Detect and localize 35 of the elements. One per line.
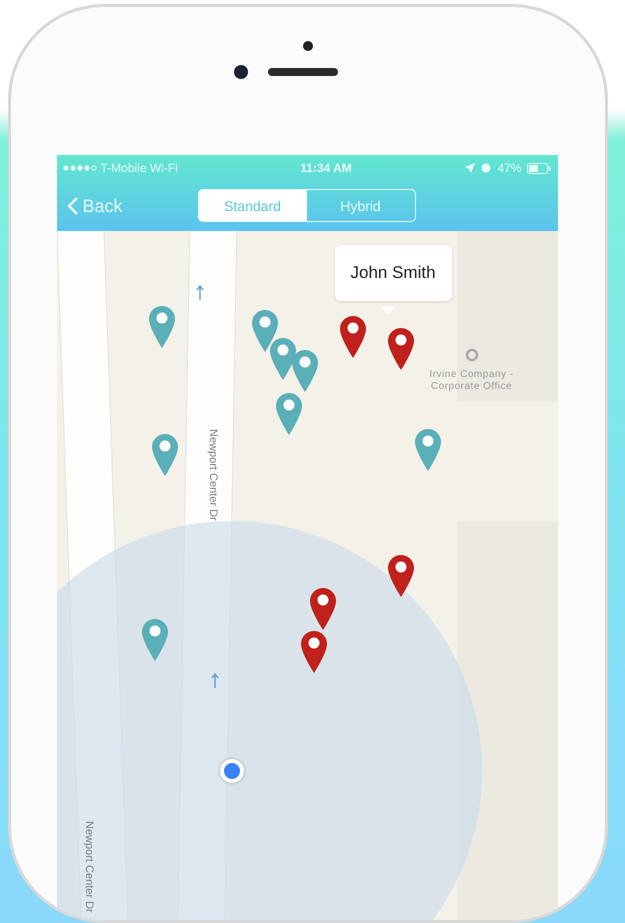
status-time: 11:34 AM — [299, 161, 353, 175]
back-button[interactable]: Back — [66, 196, 123, 216]
location-arrow-icon — [465, 163, 476, 173]
speaker-icon — [268, 68, 338, 76]
one-way-arrow-icon — [196, 285, 204, 301]
battery-percent: 47% — [497, 161, 522, 175]
pin-callout: John Smith — [334, 245, 452, 301]
map-pin-icon[interactable] — [250, 309, 278, 353]
chevron-left-icon — [66, 196, 78, 216]
map-pin-icon[interactable] — [414, 428, 442, 472]
sensor-icon — [303, 41, 313, 51]
map-type-tab[interactable]: Hybrid — [306, 190, 414, 221]
map-pin-icon[interactable] — [274, 392, 302, 436]
callout-tail — [380, 306, 396, 315]
map-pin-icon[interactable] — [148, 305, 176, 349]
one-way-arrow-icon — [210, 673, 218, 689]
poi-icon — [464, 348, 478, 362]
map-pin-icon[interactable] — [140, 618, 168, 662]
map-pin-icon[interactable] — [386, 554, 414, 598]
alarm-icon — [481, 163, 492, 173]
map-pin-icon[interactable] — [300, 630, 328, 674]
map-pin-icon[interactable] — [386, 327, 414, 371]
map-pin-icon[interactable] — [338, 315, 366, 359]
map-type-tab[interactable]: Standard — [198, 190, 306, 221]
place-label: Irvine Company - Corporate Office — [428, 369, 515, 393]
signal-dots-icon — [62, 165, 96, 171]
camera-icon — [234, 65, 248, 79]
battery-icon — [527, 162, 552, 174]
carrier-text: T-Mobile Wi-Fi — [100, 161, 179, 175]
map-pin-icon[interactable] — [150, 433, 178, 477]
street-label: Newport Center Dr — [206, 429, 218, 521]
map-pin-icon[interactable] — [268, 337, 296, 381]
street-label: Newport Center Dr — [82, 821, 94, 913]
map-pin-icon[interactable] — [290, 349, 318, 393]
map-pin-icon[interactable] — [308, 587, 336, 631]
